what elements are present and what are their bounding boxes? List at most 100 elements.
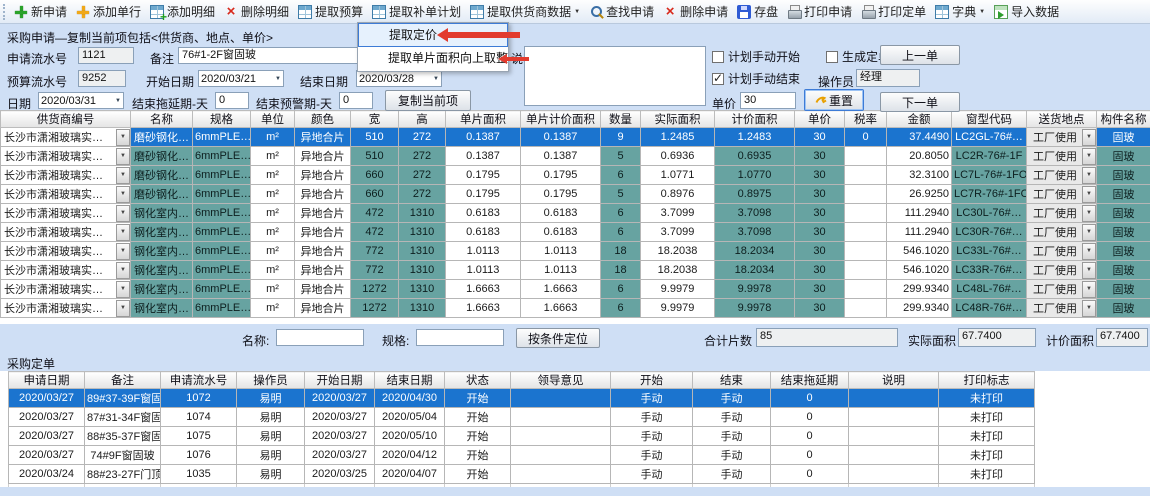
- name-filter-input[interactable]: [276, 329, 364, 346]
- cell-height[interactable]: 272: [399, 147, 446, 166]
- toolbar-import-data[interactable]: 导入数据: [990, 1, 1064, 22]
- cell-price_area[interactable]: 9.9978: [715, 280, 795, 299]
- cell-height[interactable]: 272: [399, 166, 446, 185]
- toolbar-print-request[interactable]: 打印申请: [783, 1, 857, 22]
- cell-piece_price_area[interactable]: 0.1795: [521, 185, 601, 204]
- cell-status[interactable]: 开始: [445, 389, 511, 408]
- col-header-actual_area[interactable]: 实际面积: [641, 111, 715, 128]
- cell-spec[interactable]: 6mmPLE…: [193, 204, 251, 223]
- cell-width[interactable]: 1272: [351, 280, 399, 299]
- col-header-end_mode[interactable]: 结束: [693, 372, 771, 389]
- col-header-color[interactable]: 颜色: [295, 111, 351, 128]
- cell-window_code[interactable]: LC33L-76#…: [952, 242, 1027, 261]
- cell-part_name[interactable]: 固玻: [1097, 204, 1150, 223]
- cell-delivery[interactable]: 工厂使用▼: [1027, 223, 1097, 242]
- cell-qty[interactable]: 9: [601, 128, 641, 147]
- cell-print_flag[interactable]: 未打印: [939, 408, 1035, 427]
- chevron-down-icon[interactable]: ▼: [1082, 281, 1096, 298]
- next-order-button[interactable]: 下一单: [880, 92, 960, 112]
- cell-unit_price[interactable]: 30: [795, 185, 845, 204]
- table-row[interactable]: 长沙市潇湘玻璃实…▼磨砂钢化…6mmPLE…m²异地合片5102720.1387…: [1, 147, 1150, 166]
- cell-actual_area[interactable]: 18.2038: [641, 261, 715, 280]
- cell-flow_no[interactable]: 1035: [161, 465, 237, 484]
- cell-piece_area[interactable]: 0.1795: [446, 166, 521, 185]
- cell-start_date[interactable]: 2020/03/27: [305, 408, 375, 427]
- cell-unit_price[interactable]: 30: [795, 280, 845, 299]
- cell-spec[interactable]: 6mmPLE…: [193, 128, 251, 147]
- cell-width[interactable]: 772: [351, 261, 399, 280]
- cell-piece_price_area[interactable]: 1.0113: [521, 261, 601, 280]
- cell-qty[interactable]: 6: [601, 223, 641, 242]
- cell-start_date[interactable]: 2020/03/27: [305, 389, 375, 408]
- cell-end_delay[interactable]: 0: [771, 389, 849, 408]
- cell-price_area[interactable]: 18.2034: [715, 261, 795, 280]
- cell-start_date[interactable]: 2020/03/27: [305, 427, 375, 446]
- toolbar-save[interactable]: 存盘: [733, 1, 783, 22]
- col-header-end_date[interactable]: 结束日期: [375, 372, 445, 389]
- unit-price-field[interactable]: 30: [740, 92, 796, 109]
- col-header-print_flag[interactable]: 打印标志: [939, 372, 1035, 389]
- cell-height[interactable]: 1310: [399, 299, 446, 318]
- spec-filter-input[interactable]: [416, 329, 504, 346]
- col-header-piece_price_area[interactable]: 单片计价面积: [521, 111, 601, 128]
- toolbar-add-detail[interactable]: 添加明细: [146, 1, 220, 22]
- chevron-down-icon[interactable]: ▼: [116, 167, 130, 184]
- cell-tax_rate[interactable]: [845, 166, 887, 185]
- cell-print_flag[interactable]: 未打印: [939, 389, 1035, 408]
- cell-width[interactable]: 660: [351, 166, 399, 185]
- cell-flow_no[interactable]: 1072: [161, 389, 237, 408]
- manual-start-checkbox[interactable]: 计划手动开始: [712, 48, 800, 65]
- cell-height[interactable]: 1310: [399, 223, 446, 242]
- cell-unit[interactable]: m²: [251, 280, 295, 299]
- manual-end-checkbox[interactable]: 计划手动结束: [712, 70, 800, 87]
- cell-tax_rate[interactable]: [845, 223, 887, 242]
- table-row[interactable]: 长沙市潇湘玻璃实…▼钢化室内…6mmPLE…m²异地合片127213101.66…: [1, 280, 1150, 299]
- chevron-down-icon[interactable]: ▼: [116, 205, 130, 222]
- toolbar-extract-supplier-data[interactable]: 提取供货商数据▼: [466, 1, 585, 22]
- chevron-down-icon[interactable]: ▼: [116, 243, 130, 260]
- cell-unit_price[interactable]: 30: [795, 128, 845, 147]
- cell-unit_price[interactable]: 30: [795, 261, 845, 280]
- cell-remark[interactable]: 89#37-39F窗固玻: [85, 389, 161, 408]
- cell-name[interactable]: 磨砂钢化…: [131, 185, 193, 204]
- cell-print_flag[interactable]: 未打印: [939, 465, 1035, 484]
- cell-flow_no[interactable]: 1075: [161, 427, 237, 446]
- date-select[interactable]: 2020/03/31▼: [38, 92, 124, 109]
- cell-leader_opinion[interactable]: [511, 446, 611, 465]
- cell-tax_rate[interactable]: [845, 299, 887, 318]
- cell-status[interactable]: 开始: [445, 465, 511, 484]
- toolbar-print-order[interactable]: 打印定单: [857, 1, 931, 22]
- cell-delivery[interactable]: 工厂使用▼: [1027, 242, 1097, 261]
- cell-end_delay[interactable]: 0: [771, 427, 849, 446]
- cell-price_area[interactable]: 18.2034: [715, 242, 795, 261]
- cell-tax_rate[interactable]: [845, 280, 887, 299]
- cell-piece_price_area[interactable]: 0.6183: [521, 204, 601, 223]
- request-no-field[interactable]: 1121: [78, 47, 134, 64]
- cell-part_name[interactable]: 固玻: [1097, 185, 1150, 204]
- cell-unit_price[interactable]: 30: [795, 299, 845, 318]
- cell-piece_price_area[interactable]: 1.6663: [521, 280, 601, 299]
- cell-window_code[interactable]: LC33R-76#…: [952, 261, 1027, 280]
- table-row[interactable]: 2020/03/2787#31-34F窗固玻1074易明2020/03/2720…: [9, 408, 1035, 427]
- cell-supplier_no[interactable]: 长沙市潇湘玻璃实…▼: [1, 147, 131, 166]
- cell-unit[interactable]: m²: [251, 299, 295, 318]
- col-header-price_area[interactable]: 计价面积: [715, 111, 795, 128]
- cell-actual_area[interactable]: 0.8976: [641, 185, 715, 204]
- cell-end_delay[interactable]: 0: [771, 446, 849, 465]
- cell-window_code[interactable]: LC48L-76#…: [952, 280, 1027, 299]
- cell-piece_price_area[interactable]: 0.1387: [521, 147, 601, 166]
- cell-print_flag[interactable]: 未打印: [939, 427, 1035, 446]
- col-header-window_code[interactable]: 窗型代码: [952, 111, 1027, 128]
- cell-piece_price_area[interactable]: 1.6663: [521, 299, 601, 318]
- table-row[interactable]: 2020/03/2488#23-27F门顶玻1035易明2020/03/2520…: [9, 465, 1035, 484]
- cell-actual_area[interactable]: 1.2485: [641, 128, 715, 147]
- cell-part_name[interactable]: 固玻: [1097, 147, 1150, 166]
- toolbar-dictionary[interactable]: 字典▼: [931, 1, 990, 22]
- cell-unit_price[interactable]: 30: [795, 147, 845, 166]
- cell-supplier_no[interactable]: 长沙市潇湘玻璃实…▼: [1, 261, 131, 280]
- budget-no-field[interactable]: 9252: [78, 70, 126, 87]
- cell-tax_rate[interactable]: [845, 242, 887, 261]
- cell-operator[interactable]: 易明: [237, 465, 305, 484]
- chevron-down-icon[interactable]: ▼: [116, 262, 130, 279]
- cell-note[interactable]: [849, 446, 939, 465]
